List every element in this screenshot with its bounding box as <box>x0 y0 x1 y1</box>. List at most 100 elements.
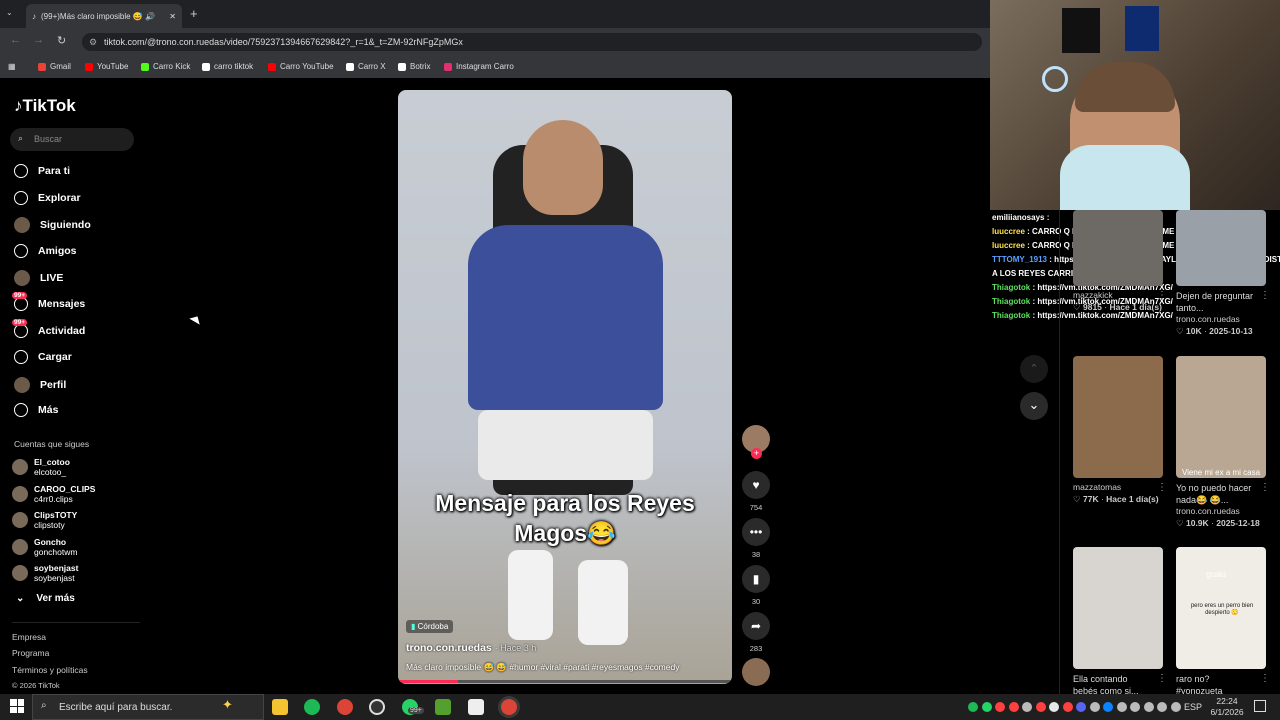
see-more-button[interactable]: ⌄ Ver más <box>16 593 75 604</box>
followed-account[interactable]: soybenjast soybenjast <box>12 563 78 583</box>
chrome-active-icon[interactable] <box>501 699 517 715</box>
tray-app-icon[interactable] <box>1089 702 1100 712</box>
store-icon[interactable] <box>468 699 484 715</box>
new-tab-plus-icon[interactable]: + <box>190 6 198 21</box>
comment-action[interactable]: ••• 38 <box>742 518 770 559</box>
nav-item-friends[interactable]: Amigos <box>14 243 77 258</box>
tray-app-icon[interactable] <box>968 702 978 712</box>
followed-account[interactable]: ClipsTOTY clipstoty <box>12 510 77 530</box>
bookmark-action[interactable]: ▮ 30 <box>742 565 770 606</box>
scroll-down-button[interactable]: ⌄ <box>1020 392 1048 420</box>
account-handle: clipstoty <box>34 520 65 530</box>
bookmark-1[interactable]: YouTube <box>85 62 128 71</box>
follow-plus-icon[interactable]: + <box>751 448 762 459</box>
related-caption[interactable]: Dejen de preguntar tanto... <box>1176 290 1256 314</box>
scroll-up-button[interactable]: ⌃ <box>1020 355 1048 383</box>
share-action[interactable]: ➦ 283 <box>742 612 770 653</box>
forward-arrow-icon[interactable]: → <box>33 34 44 46</box>
reload-icon[interactable]: ↻ <box>57 34 66 47</box>
tray-app-icon[interactable] <box>995 702 1005 712</box>
related-author[interactable]: mazzatomas <box>1073 482 1121 492</box>
nav-item-activity[interactable]: Actividad 99+ <box>12 318 85 338</box>
whatsapp-badge: 99+ <box>408 707 424 714</box>
followed-account[interactable]: Goncho gonchotwm <box>12 537 77 557</box>
tray-app-icon[interactable] <box>1130 702 1140 712</box>
video-progress-track[interactable] <box>398 680 732 683</box>
more-options-icon[interactable]: ⋮ <box>1157 482 1167 493</box>
footer-link[interactable]: Términos y políticas <box>12 665 88 675</box>
bookmark-3[interactable]: carro tiktok <box>202 62 253 71</box>
back-arrow-icon[interactable]: ← <box>10 34 21 46</box>
nav-item-messages[interactable]: Mensajes 99+ <box>12 292 85 311</box>
tab-list-chevron-icon[interactable]: ⌄ <box>6 8 20 20</box>
related-video-thumb[interactable]: guau pero eres un perro bien despierto 😳 <box>1176 547 1266 669</box>
nav-item-following[interactable]: Siguiendo <box>14 217 91 234</box>
site-info-icon[interactable]: ⚙ <box>89 37 97 48</box>
nav-item-live[interactable]: LIVE <box>14 270 63 287</box>
heart-action[interactable]: ♥ 754 <box>742 471 770 512</box>
notifications-icon[interactable] <box>1254 700 1266 712</box>
related-video-thumb[interactable] <box>1073 547 1163 669</box>
related-author[interactable]: mazzakick <box>1073 290 1113 300</box>
related-video-thumb[interactable]: Viene mi ex a mi casa <box>1176 356 1266 478</box>
nav-item-home[interactable]: Para ti <box>14 164 70 178</box>
bookmark-7[interactable]: Instagram Carro <box>444 62 514 71</box>
related-video-thumb[interactable] <box>1073 356 1163 478</box>
language-indicator[interactable]: ESP <box>1184 702 1202 712</box>
bookmark-6[interactable]: Botrix <box>398 62 430 71</box>
bookmark-2[interactable]: Carro Kick <box>141 62 190 71</box>
tray-app-icon[interactable] <box>1157 702 1167 712</box>
tray-app-icon[interactable] <box>1022 702 1032 712</box>
tray-app-icon[interactable] <box>1170 702 1181 712</box>
related-author[interactable]: trono.con.ruedas <box>1176 506 1240 516</box>
followed-account[interactable]: El_cotoo elcotoo_ <box>12 457 70 477</box>
location-tag[interactable]: ▮ Córdoba <box>406 620 454 633</box>
tray-app-icon[interactable] <box>1049 702 1059 712</box>
url-field[interactable]: tiktok.com/@trono.con.ruedas/video/75923… <box>82 33 982 51</box>
more-options-icon[interactable]: ⋮ <box>1260 290 1270 301</box>
footer-link[interactable]: Empresa <box>12 632 46 642</box>
nav-item-upload[interactable]: Cargar <box>14 350 72 365</box>
followed-account[interactable]: CAROO_CLIPS c4rr0.clips <box>12 484 95 504</box>
chat-separator: : <box>1044 213 1050 222</box>
related-author[interactable]: trono.con.ruedas <box>1176 314 1240 324</box>
nav-item-more[interactable]: Más <box>14 403 58 418</box>
tray-app-icon[interactable] <box>1008 702 1019 712</box>
more-options-icon[interactable]: ⋮ <box>1157 290 1167 301</box>
bookmark-0[interactable]: Gmail <box>38 62 71 71</box>
copilot-sparkle-icon[interactable]: ✦ <box>222 697 238 713</box>
tray-app-icon[interactable] <box>1035 702 1046 712</box>
tray-app-icon[interactable] <box>1116 702 1127 712</box>
apps-grid-icon[interactable]: ▦ <box>8 62 16 71</box>
tray-app-icon[interactable] <box>1076 702 1086 712</box>
related-video-thumb[interactable] <box>1073 210 1163 286</box>
tray-app-icon[interactable] <box>981 702 992 712</box>
tray-app-icon[interactable] <box>1062 702 1073 712</box>
more-options-icon[interactable]: ⋮ <box>1157 673 1167 684</box>
file-explorer-icon[interactable] <box>272 699 288 715</box>
nav-item-profile[interactable]: Perfil <box>14 376 66 393</box>
browser-tab[interactable]: ♪ (99+)Más claro imposible 😅 🔊 ✕ <box>26 4 182 28</box>
video-player[interactable]: Mensaje para los Reyes Magos😂 ▮ Córdoba … <box>398 90 732 684</box>
close-tab-icon[interactable]: ✕ <box>169 12 176 21</box>
spotify-icon[interactable] <box>304 699 320 715</box>
obs-icon[interactable] <box>369 699 385 715</box>
more-options-icon[interactable]: ⋮ <box>1260 482 1270 493</box>
tray-app-icon[interactable] <box>1103 702 1113 712</box>
windows-start-icon[interactable] <box>10 699 24 713</box>
music-disc-icon[interactable] <box>742 658 770 686</box>
related-caption[interactable]: Yo no puedo hacer nada😂 😂... <box>1176 482 1256 506</box>
search-input[interactable]: ⌕ Buscar <box>10 128 134 151</box>
video-author[interactable]: trono.con.ruedas · Hace 3 h <box>406 642 536 654</box>
related-video-thumb[interactable] <box>1176 210 1266 286</box>
bookmark-4[interactable]: Carro YouTube <box>268 62 334 71</box>
tiktok-logo[interactable]: ♪TikTok <box>14 96 76 116</box>
footer-link[interactable]: Programa <box>12 648 49 658</box>
nav-item-compass[interactable]: Explorar <box>14 190 81 205</box>
clock[interactable]: 22:24 6/1/2026 <box>1206 696 1248 718</box>
more-options-icon[interactable]: ⋮ <box>1260 673 1270 684</box>
tray-app-icon[interactable] <box>1143 702 1154 712</box>
bookmark-5[interactable]: Carro X <box>346 62 386 71</box>
minecraft-icon[interactable] <box>435 699 451 715</box>
chrome-icon[interactable] <box>337 699 353 715</box>
